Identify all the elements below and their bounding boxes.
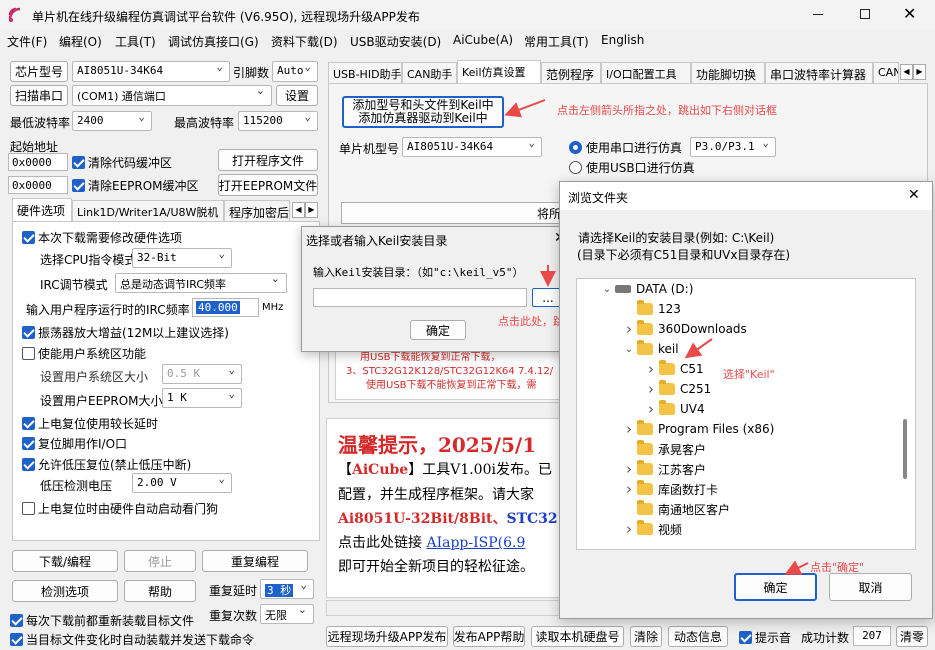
arrow-to-ok [784,560,809,575]
arrow-to-keil-folder [684,338,713,359]
arrow-to-add-button [504,99,546,118]
annotation-arrows [504,99,809,575]
